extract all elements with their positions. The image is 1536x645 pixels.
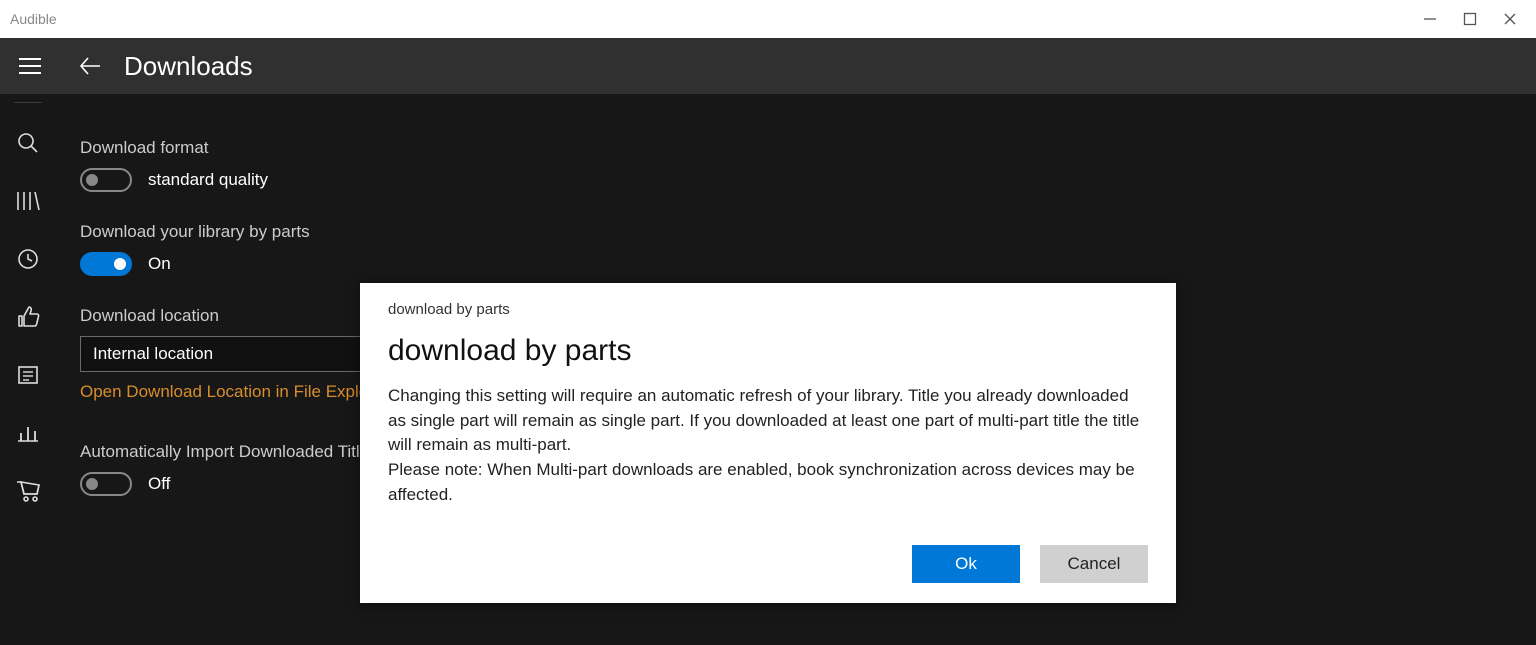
download-by-parts-value: On [148, 254, 171, 274]
download-by-parts-dialog: download by parts download by parts Chan… [360, 283, 1176, 603]
dialog-title: download by parts [388, 334, 1148, 368]
window-titlebar: Audible [0, 0, 1536, 38]
window-controls [1422, 11, 1536, 27]
hamburger-icon [19, 58, 41, 74]
sidebar-item-clock[interactable] [0, 235, 56, 283]
sidebar [0, 94, 56, 645]
sidebar-item-cart[interactable] [0, 467, 56, 515]
sidebar-item-recommend[interactable] [0, 293, 56, 341]
thumbs-up-icon [15, 305, 41, 329]
download-by-parts-label: Download your library by parts [80, 222, 1512, 242]
back-arrow-icon [76, 52, 104, 80]
open-location-link[interactable]: Open Download Location in File Explorer [80, 382, 389, 402]
ok-button[interactable]: Ok [912, 545, 1020, 583]
download-format-toggle[interactable] [80, 168, 132, 192]
clock-icon [16, 247, 40, 271]
dialog-body-2: Please note: When Multi-part downloads a… [388, 458, 1148, 507]
search-icon [16, 131, 40, 155]
sidebar-item-search[interactable] [0, 119, 56, 167]
download-format-value: standard quality [148, 170, 268, 190]
sidebar-item-news[interactable] [0, 351, 56, 399]
close-icon[interactable] [1502, 11, 1518, 27]
maximize-icon[interactable] [1462, 11, 1478, 27]
stats-icon [16, 421, 40, 445]
auto-import-value: Off [148, 474, 170, 494]
sidebar-item-stats[interactable] [0, 409, 56, 457]
sidebar-item-library[interactable] [0, 177, 56, 225]
dialog-buttons: Ok Cancel [388, 545, 1148, 583]
page-title: Downloads [124, 51, 253, 82]
news-icon [16, 363, 40, 387]
hamburger-button[interactable] [8, 38, 52, 94]
window-title: Audible [10, 11, 57, 27]
dialog-tag: download by parts [388, 301, 1148, 318]
cancel-button[interactable]: Cancel [1040, 545, 1148, 583]
download-format-label: Download format [80, 138, 1512, 158]
minimize-icon[interactable] [1422, 11, 1438, 27]
auto-import-toggle[interactable] [80, 472, 132, 496]
sidebar-separator [14, 102, 42, 103]
library-icon [15, 189, 41, 213]
cart-icon [15, 479, 41, 503]
back-button[interactable] [70, 38, 110, 94]
app-header: Downloads [0, 38, 1536, 94]
dialog-body: Changing this setting will require an au… [388, 384, 1148, 523]
download-by-parts-toggle[interactable] [80, 252, 132, 276]
dialog-body-1: Changing this setting will require an au… [388, 384, 1148, 458]
